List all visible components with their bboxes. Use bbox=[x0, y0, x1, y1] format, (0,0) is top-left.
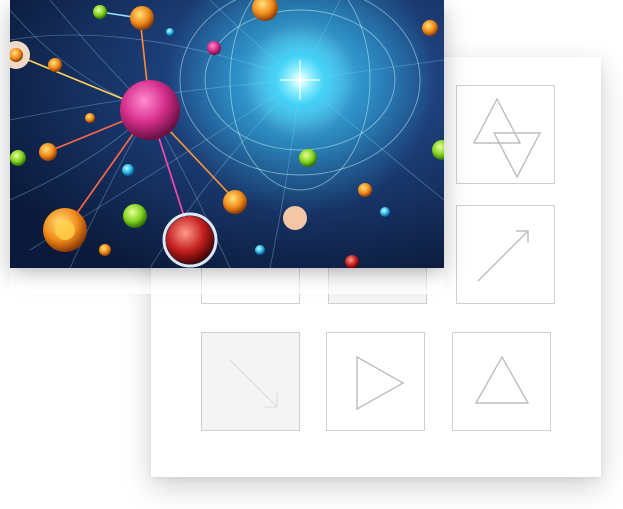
hourglass-triangles-icon bbox=[472, 97, 542, 179]
play-triangle-icon bbox=[356, 355, 405, 411]
tile-arrow-up-right[interactable] bbox=[456, 205, 555, 304]
arrow-down-right-icon bbox=[229, 359, 278, 408]
tile-hourglass[interactable] bbox=[456, 85, 555, 184]
neural-network-image[interactable] bbox=[10, 0, 444, 268]
stage bbox=[0, 0, 623, 509]
tile-arrow-down-right[interactable] bbox=[201, 332, 300, 431]
arrow-up-right-icon bbox=[477, 230, 529, 282]
neural-network-illustration bbox=[10, 0, 444, 268]
tile-triangle-up[interactable] bbox=[452, 332, 551, 431]
triangle-up-icon bbox=[474, 355, 530, 404]
tile-play[interactable] bbox=[326, 332, 425, 431]
